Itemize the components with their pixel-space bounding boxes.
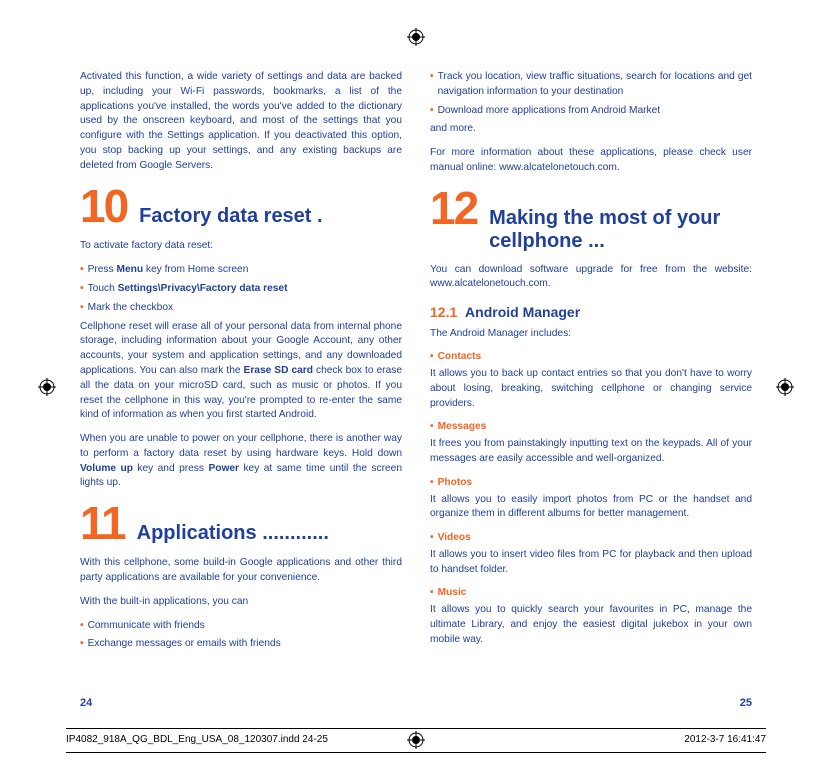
section-title-11: Applications ............ xyxy=(137,522,402,545)
bullet-dot-icon: • xyxy=(430,70,434,100)
feature-messages-label: Messages xyxy=(438,420,487,435)
footer-rule-bottom xyxy=(66,752,766,753)
page-number-left: 24 xyxy=(80,697,92,709)
apps-bullet-4: • Download more applications from Androi… xyxy=(430,104,752,119)
footer-rule-top xyxy=(66,728,766,729)
menu-key-label: Menu xyxy=(116,264,143,275)
apps-bullet-1: • Communicate with friends xyxy=(80,619,402,634)
print-timestamp: 2012-3-7 16:41:47 xyxy=(684,734,766,745)
text-fragment: Touch xyxy=(88,283,118,294)
feature-photos-label: Photos xyxy=(438,476,473,491)
reset-step-1: • Press Menu key from Home screen xyxy=(80,263,402,278)
bullet-dot-icon: • xyxy=(430,531,434,546)
download-upgrade: You can download software upgrade for fr… xyxy=(430,263,752,293)
apps-lead: With the built-in applications, you can xyxy=(80,595,402,610)
backup-intro: Activated this function, a wide variety … xyxy=(80,70,402,173)
erase-sd-label: Erase SD card xyxy=(244,365,313,376)
registration-mark-top xyxy=(407,28,425,46)
feature-contacts-desc: It allows you to back up contact entries… xyxy=(430,367,752,411)
bullet-dot-icon: • xyxy=(430,104,434,119)
reset-explanation-1: Cellphone reset will erase all of your p… xyxy=(80,320,402,423)
text-fragment: key from Home screen xyxy=(143,264,248,275)
feature-photos: • Photos xyxy=(430,476,752,491)
page-number-right: 25 xyxy=(740,697,752,709)
power-key-label: Power xyxy=(208,463,239,474)
feature-videos-desc: It allows you to insert video files from… xyxy=(430,548,752,578)
reset-explanation-2: When you are unable to power on your cel… xyxy=(80,432,402,491)
bullet-dot-icon: • xyxy=(80,637,84,652)
bullet-dot-icon: • xyxy=(80,282,84,297)
apps-bullet-1-text: Communicate with friends xyxy=(88,619,402,634)
section-number-10: 10 xyxy=(80,183,127,229)
section-number-12: 12 xyxy=(430,185,477,231)
reset-step-2-text: Touch Settings\Privacy\Factory data rese… xyxy=(88,282,402,297)
bullet-dot-icon: • xyxy=(430,476,434,491)
text-fragment: key and press xyxy=(133,463,209,474)
bullet-dot-icon: • xyxy=(80,619,84,634)
bullet-dot-icon: • xyxy=(430,586,434,601)
android-manager-lead: The Android Manager includes: xyxy=(430,327,752,342)
text-fragment: Press xyxy=(88,264,117,275)
section-number-11: 11 xyxy=(80,500,125,546)
subsection-title: Android Manager xyxy=(465,304,580,320)
feature-music-desc: It allows you to quickly search your fav… xyxy=(430,603,752,647)
bullet-dot-icon: • xyxy=(430,350,434,365)
bullet-dot-icon: • xyxy=(80,301,84,316)
right-column: • Track you location, view traffic situa… xyxy=(430,70,752,657)
subsection-12-1: 12.1 Android Manager xyxy=(430,302,752,322)
apps-intro: With this cellphone, some build-in Googl… xyxy=(80,556,402,586)
registration-mark-left xyxy=(38,378,56,396)
volume-up-label: Volume up xyxy=(80,463,133,474)
feature-music-label: Music xyxy=(438,586,467,601)
registration-mark-bottom xyxy=(407,731,425,749)
factory-reset-lead: To activate factory data reset: xyxy=(80,239,402,254)
apps-bullet-4-text: Download more applications from Android … xyxy=(438,104,752,119)
bullet-dot-icon: • xyxy=(430,420,434,435)
apps-bullet-2: • Exchange messages or emails with frien… xyxy=(80,637,402,652)
reset-step-2: • Touch Settings\Privacy\Factory data re… xyxy=(80,282,402,297)
section-title-10: Factory data reset . xyxy=(139,205,402,228)
feature-contacts-label: Contacts xyxy=(438,350,482,365)
feature-videos: • Videos xyxy=(430,531,752,546)
bullet-dot-icon: • xyxy=(80,263,84,278)
feature-contacts: • Contacts xyxy=(430,350,752,365)
feature-messages-desc: It frees you from painstakingly inputtin… xyxy=(430,437,752,467)
reset-step-3: • Mark the checkbox xyxy=(80,301,402,316)
left-column: Activated this function, a wide variety … xyxy=(80,70,402,657)
apps-bullet-3: • Track you location, view traffic situa… xyxy=(430,70,752,100)
subsection-number: 12.1 xyxy=(430,304,457,320)
and-more: and more. xyxy=(430,122,752,137)
page-spread: Activated this function, a wide variety … xyxy=(0,0,832,657)
feature-music: • Music xyxy=(430,586,752,601)
reset-step-1-text: Press Menu key from Home screen xyxy=(88,263,402,278)
registration-mark-right xyxy=(776,378,794,396)
section-title-12: Making the most of your cellphone ... xyxy=(489,207,752,253)
feature-messages: • Messages xyxy=(430,420,752,435)
reset-step-3-text: Mark the checkbox xyxy=(88,301,402,316)
apps-bullet-2-text: Exchange messages or emails with friends xyxy=(88,637,402,652)
indesign-slug: IP4082_918A_QG_BDL_Eng_USA_08_120307.ind… xyxy=(66,734,328,745)
text-fragment: When you are unable to power on your cel… xyxy=(80,433,402,459)
feature-videos-label: Videos xyxy=(438,531,471,546)
feature-photos-desc: It allows you to easily import photos fr… xyxy=(430,493,752,523)
section-10-header: 10 Factory data reset . xyxy=(80,183,402,229)
section-11-header: 11 Applications ............ xyxy=(80,500,402,546)
more-info: For more information about these applica… xyxy=(430,146,752,176)
apps-bullet-3-text: Track you location, view traffic situati… xyxy=(438,70,752,100)
settings-path-label: Settings\Privacy\Factory data reset xyxy=(118,283,288,294)
section-12-header: 12 Making the most of your cellphone ... xyxy=(430,185,752,253)
